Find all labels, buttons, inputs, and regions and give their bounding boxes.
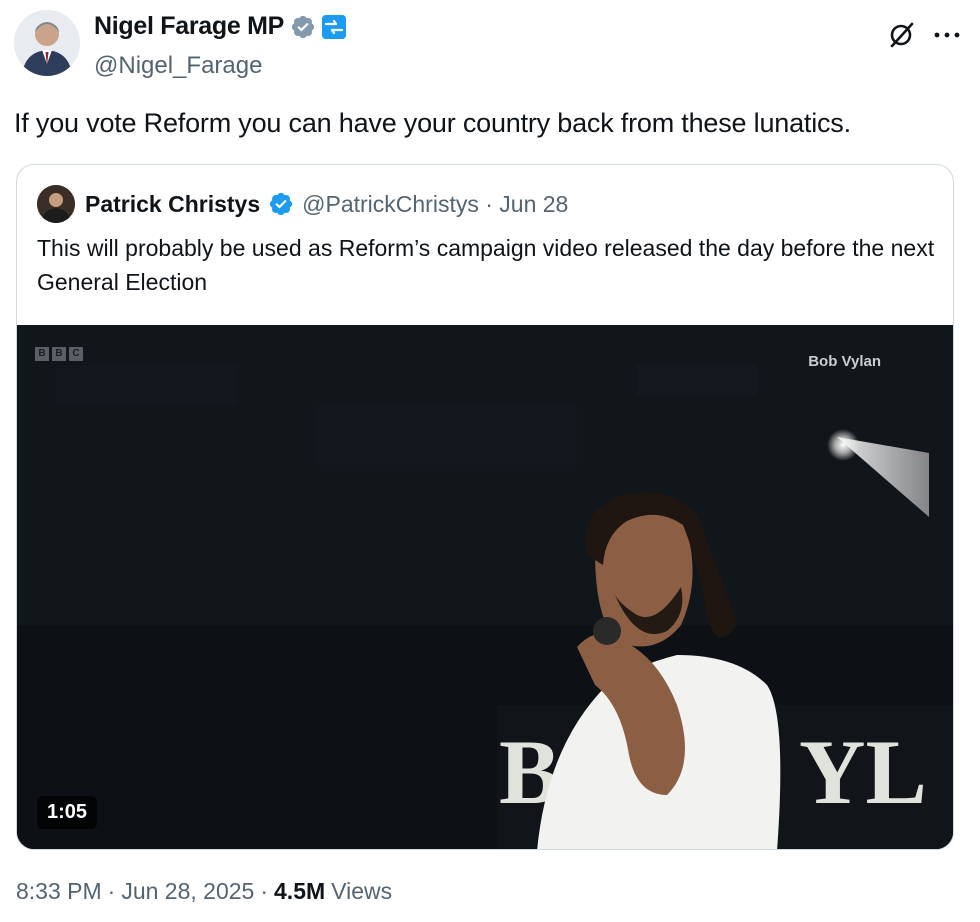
quoted-display-name: Patrick Christys bbox=[85, 190, 261, 217]
author-avatar[interactable] bbox=[14, 10, 80, 76]
broadcaster-logo: B B C bbox=[35, 347, 83, 361]
video-duration: 1:05 bbox=[37, 796, 98, 829]
verified-badge-icon bbox=[291, 15, 315, 38]
video-frame: B YL bbox=[17, 325, 953, 849]
views-count[interactable]: 4.5M bbox=[274, 878, 325, 905]
quoted-header: Patrick Christys @PatrickChristys · Jun … bbox=[37, 185, 568, 223]
affiliate-badge-icon[interactable] bbox=[322, 14, 346, 39]
quoted-handle-date: @PatrickChristys · Jun 28 bbox=[302, 190, 569, 217]
quoted-text: This will probably be used as Reform’s c… bbox=[37, 235, 935, 295]
tweet-header: Nigel Farage MP @Nigel_Farage bbox=[14, 8, 966, 80]
logo-letter: B bbox=[35, 347, 49, 361]
views-label: Views bbox=[331, 878, 393, 904]
verified-badge-icon bbox=[270, 192, 293, 216]
author-display-name[interactable]: Nigel Farage MP bbox=[94, 12, 284, 41]
grok-icon[interactable] bbox=[884, 18, 918, 52]
svg-text:YL: YL bbox=[799, 721, 927, 823]
quoted-tweet[interactable]: Patrick Christys @PatrickChristys · Jun … bbox=[16, 164, 954, 850]
separator: · bbox=[107, 878, 116, 904]
quoted-author-avatar bbox=[37, 185, 75, 223]
more-options-icon[interactable] bbox=[930, 18, 964, 52]
video-overlay-label: Bob Vylan bbox=[808, 353, 881, 370]
separator: · bbox=[260, 878, 269, 904]
author-name-row: Nigel Farage MP bbox=[94, 12, 346, 41]
tweet-time[interactable]: 8:33 PM bbox=[16, 878, 102, 905]
tweet-footer: 8:33 PM · Jun 28, 2025 · 4.5M Views bbox=[16, 878, 392, 905]
logo-letter: C bbox=[69, 347, 83, 361]
tweet-date[interactable]: Jun 28, 2025 bbox=[121, 878, 254, 905]
tweet-text: If you vote Reform you can have your cou… bbox=[14, 108, 851, 138]
author-handle[interactable]: @Nigel_Farage bbox=[94, 52, 262, 80]
video-player[interactable]: B YL B B C Bob Vylan 1:05 bbox=[17, 325, 953, 849]
logo-letter: B bbox=[52, 347, 66, 361]
